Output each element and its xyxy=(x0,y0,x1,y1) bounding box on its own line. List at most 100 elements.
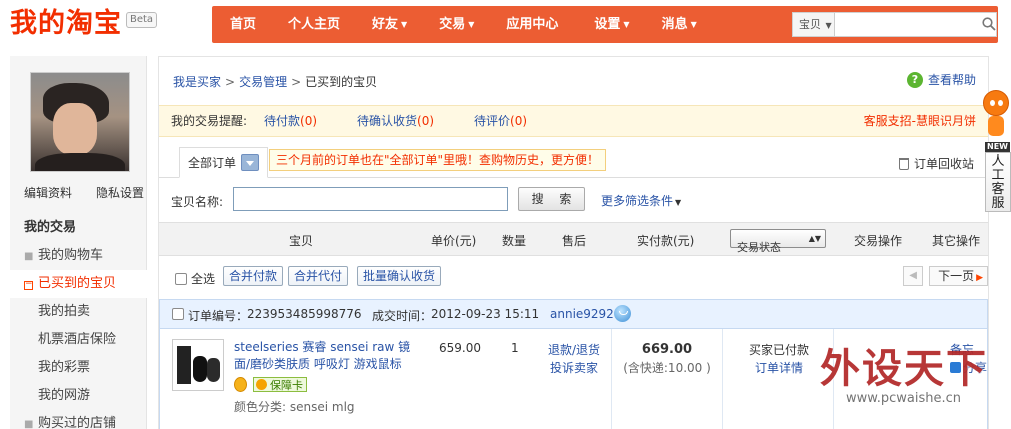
nav-trade[interactable]: 交易 ▼ xyxy=(423,6,490,43)
order-detail-link[interactable]: 订单详情 xyxy=(755,361,803,375)
batch-confirm-button[interactable]: 批量确认收货 xyxy=(357,266,442,286)
customer-service-widget[interactable]: NEW 人工客服 xyxy=(981,88,1011,218)
trade-status-select[interactable]: 交易状态 ▲▼ xyxy=(730,229,826,254)
pending-review-link[interactable]: 待评价(0) xyxy=(474,106,527,136)
seller-link[interactable]: annie9292 xyxy=(550,307,614,321)
breadcrumb-trade[interactable]: 交易管理 xyxy=(239,75,287,89)
breadcrumb-separator: > xyxy=(225,75,236,89)
sidebar-item-lottery[interactable]: 我的彩票 xyxy=(10,354,147,382)
nav-home[interactable]: 首页 xyxy=(212,6,272,43)
merge-proxy-pay-button[interactable]: 合并代付 xyxy=(288,266,349,286)
trade-status: 买家已付款 订单详情 xyxy=(746,341,812,377)
bullet-icon: ■ xyxy=(24,419,34,429)
sidebar-item-travel[interactable]: 机票酒店保险 xyxy=(10,326,147,354)
paid-amount: 669.00 (含快递:10.00 ) xyxy=(622,340,712,377)
search-scope-select[interactable]: 宝贝 ▼ xyxy=(793,13,836,36)
search-icon[interactable] xyxy=(977,13,996,36)
nav-label: 应用中心 xyxy=(506,17,559,32)
next-page-button[interactable]: 下一页 ▶ xyxy=(929,266,988,286)
refund-link[interactable]: 退款/退货 xyxy=(548,343,600,357)
edit-profile-link[interactable]: 编辑资料 xyxy=(24,184,72,201)
breadcrumb-current: 已买到的宝贝 xyxy=(305,75,378,89)
column-divider xyxy=(833,329,834,429)
question-icon: ? xyxy=(906,71,923,88)
sidebar: 编辑资料 隐私设置 我的交易 ■ 我的购物车 − 已买到的宝贝 我的拍卖 机票酒店保… xyxy=(10,56,147,429)
product-box-image xyxy=(177,346,191,384)
breadcrumb-buyer[interactable]: 我是买家 xyxy=(173,75,221,89)
privacy-settings-link[interactable]: 隐私设置 xyxy=(96,184,144,201)
complain-seller-link[interactable]: 投诉卖家 xyxy=(550,361,598,375)
service-tip-link[interactable]: 客服支招-慧眼识月饼 xyxy=(864,106,976,136)
column-divider xyxy=(722,329,723,429)
reminder-label: 我的交易提醒: xyxy=(171,114,248,128)
logo-text: 我的淘宝 xyxy=(10,8,122,39)
pending-payment-link[interactable]: 待付款(0) xyxy=(264,106,317,136)
sidebar-item-auctions[interactable]: 我的拍卖 xyxy=(10,298,147,326)
order-header: 订单编号： 223953485998776 成交时间： 2012-09-23 1… xyxy=(159,299,988,329)
other-actions: 备忘 分享 xyxy=(950,341,987,377)
history-tip: 三个月前的订单也在"全部订单"里哦！查购物历史，更方便！ xyxy=(269,149,607,171)
recycle-bin-link[interactable]: 订单回收站 xyxy=(898,155,974,172)
order-row: steelseries 赛睿 sensei raw 镜面/磨砂类肤质 呼吸灯 游… xyxy=(159,329,988,429)
memo-link[interactable]: 备忘 xyxy=(950,343,974,357)
mouse-image xyxy=(193,356,207,382)
item-name-input[interactable] xyxy=(233,187,508,211)
help-link[interactable]: ? 查看帮助 xyxy=(906,71,976,88)
product-name-link[interactable]: steelseries 赛睿 sensei raw 镜面/磨砂类肤质 呼吸灯 游… xyxy=(234,339,414,373)
wangwang-chat-icon[interactable] xyxy=(614,305,631,322)
prev-page-button[interactable]: ◀ xyxy=(903,266,924,286)
col-unit-price: 单价(元) xyxy=(431,234,477,248)
order-time: 2012-09-23 15:11 xyxy=(431,307,540,321)
search-button[interactable]: 搜 索 xyxy=(518,187,585,211)
sidebar-item-label: 已买到的宝贝 xyxy=(38,276,117,291)
item-name-label: 宝贝名称: xyxy=(171,195,224,209)
medal-icon[interactable] xyxy=(234,377,247,392)
guarantee-card-badge[interactable]: 保障卡 xyxy=(253,377,307,392)
pending-payment-count: (0) xyxy=(300,114,318,128)
search-input[interactable] xyxy=(835,13,978,36)
search-box: 宝贝 ▼ xyxy=(792,12,997,37)
sidebar-item-cart[interactable]: ■ 我的购物车 xyxy=(10,242,147,270)
nav-label: 个人主页 xyxy=(288,17,341,32)
sidebar-item-shops[interactable]: ■ 购买过的店铺 xyxy=(10,410,147,429)
bulk-actions: 全选 合并付款 合并代付 批量确认收货 ◀ 下一页 ▶ xyxy=(159,264,988,290)
sidebar-section-title: 我的交易 xyxy=(24,220,77,235)
unit-price: 659.00 xyxy=(439,341,481,355)
updown-arrow-icon: ▲▼ xyxy=(808,234,821,243)
tab-all-orders[interactable]: 全部订单 xyxy=(179,147,269,178)
color-category: 颜色分类: sensei mlg xyxy=(234,400,355,414)
taobao-logo[interactable]: 我的淘宝 Beta xyxy=(10,6,158,42)
trade-status-label: 交易状态 xyxy=(737,241,781,254)
select-all-checkbox[interactable] xyxy=(175,273,187,285)
merge-pay-button[interactable]: 合并付款 xyxy=(223,266,284,286)
customer-service-label: 人工客服 xyxy=(985,152,1011,212)
order-checkbox[interactable] xyxy=(172,308,184,320)
bullet-icon: ■ xyxy=(24,251,34,262)
select-all[interactable]: 全选 xyxy=(171,270,215,287)
product-badges: 保障卡 xyxy=(234,377,307,392)
robot-eye xyxy=(998,100,1003,106)
robot-eye xyxy=(990,100,995,106)
breadcrumb-separator: > xyxy=(291,75,302,89)
order-time-label: 成交时间： xyxy=(372,309,433,323)
nav-app-center[interactable]: 应用中心 xyxy=(490,6,574,43)
quantity: 1 xyxy=(511,341,519,355)
sidebar-item-purchased[interactable]: − 已买到的宝贝 xyxy=(10,270,147,298)
pending-receipt-link[interactable]: 待确认收货(0) xyxy=(357,106,434,136)
pending-receipt-label: 待确认收货 xyxy=(357,114,418,128)
nav-friends[interactable]: 好友 ▼ xyxy=(356,6,423,43)
help-label: 查看帮助 xyxy=(927,73,976,87)
product-thumbnail[interactable] xyxy=(172,339,224,391)
nav-messages[interactable]: 消息 ▼ xyxy=(646,6,713,43)
share-link[interactable]: 分享 xyxy=(950,361,987,375)
more-filters-link[interactable]: 更多筛选条件 ▼ xyxy=(601,192,681,209)
dropdown-arrow-icon[interactable] xyxy=(241,154,260,171)
share-label: 分享 xyxy=(963,361,988,375)
nav-profile[interactable]: 个人主页 xyxy=(272,6,356,43)
trade-reminder-bar: 我的交易提醒: 待付款(0) 待确认收货(0) 待评价(0) 客服支招-慧眼识月… xyxy=(159,105,988,137)
sidebar-item-games[interactable]: 我的网游 xyxy=(10,382,147,410)
col-paid: 实付款(元) xyxy=(637,234,695,248)
robot-mascot-icon xyxy=(981,88,1011,138)
nav-settings[interactable]: 设置 ▼ xyxy=(574,6,645,43)
avatar[interactable] xyxy=(30,72,130,172)
